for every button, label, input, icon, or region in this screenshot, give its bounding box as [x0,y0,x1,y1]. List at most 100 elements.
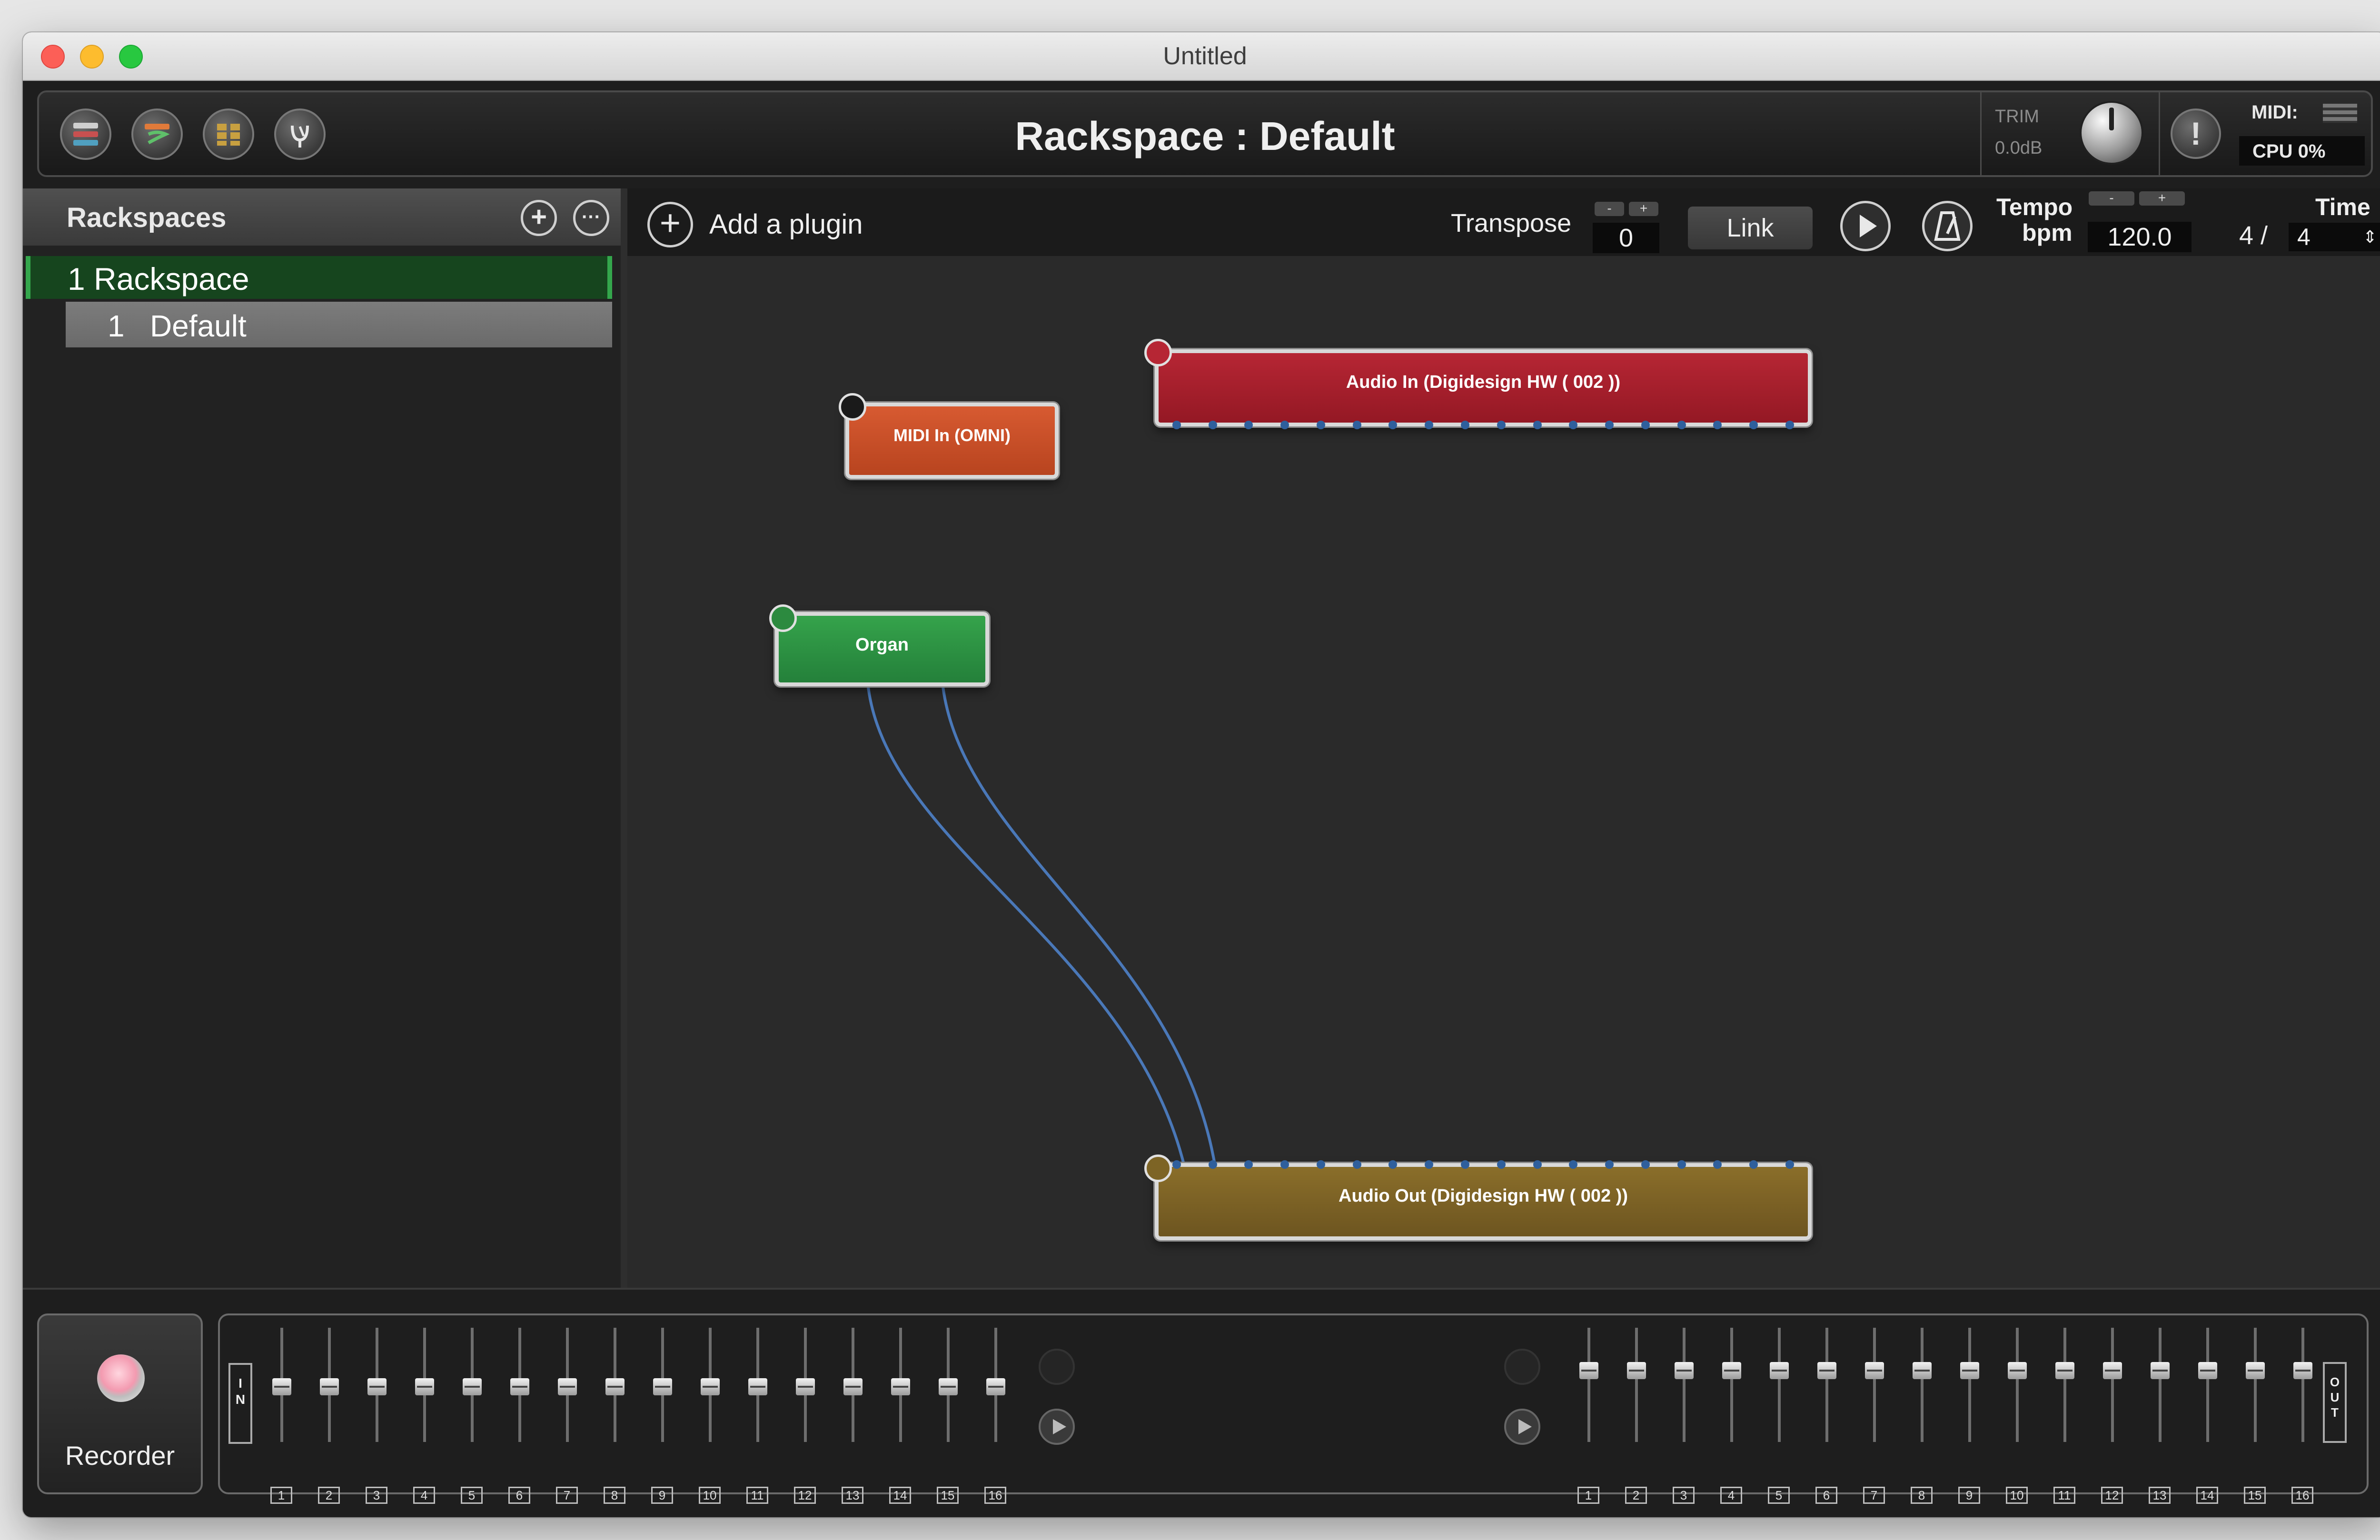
input-fader-handle[interactable] [653,1378,672,1395]
rackspace-item[interactable]: 1 Rackspace [26,256,612,299]
output-fader-handle[interactable] [1579,1362,1598,1379]
output-fader-handle[interactable] [2246,1362,2265,1379]
panic-button[interactable]: ! [2171,109,2221,159]
transpose-field[interactable]: 0 [1593,223,1659,253]
input-fader-handle[interactable] [415,1378,434,1395]
output-fader[interactable]: 13 [2149,1328,2172,1504]
input-fader[interactable]: 7 [556,1328,579,1504]
metronome-button[interactable] [1922,201,1973,251]
transpose-up-button[interactable]: + [1629,202,1658,216]
output-fader[interactable]: 2 [1625,1328,1648,1504]
input-fader-handle[interactable] [558,1378,577,1395]
tempo-up-button[interactable]: + [2139,191,2185,206]
tempo-label: Tempo [1996,194,2073,220]
output-fader[interactable]: 3 [1673,1328,1696,1504]
output-fader-handle[interactable] [2055,1362,2074,1379]
input-fader[interactable]: 10 [699,1328,722,1504]
input-fader[interactable]: 13 [842,1328,864,1504]
input-fader-handle[interactable] [796,1378,815,1395]
time-signature-denominator-select[interactable]: 4 [2289,223,2380,251]
input-fader-handle[interactable] [510,1378,529,1395]
transpose-down-button[interactable]: - [1595,202,1624,216]
output-fader[interactable]: 11 [2053,1328,2076,1504]
output-fader-handle[interactable] [1675,1362,1694,1379]
organ-label: Organ [855,635,909,655]
io-mixer: I N O U T 1 2 3 4 5 6 7 8 9 10 11 12 13 14 15 16 123456… [218,1313,2369,1504]
trim-knob[interactable] [2082,103,2142,163]
output-fader-handle[interactable] [1627,1362,1646,1379]
output-fader-handle[interactable] [1913,1362,1932,1379]
input-fader-handle[interactable] [701,1378,720,1395]
input-fader-handle[interactable] [463,1378,482,1395]
input-fader-handle[interactable] [939,1378,958,1395]
record-button[interactable] [97,1354,145,1402]
audio-in-label: Audio In (Digidesign HW ( 002 )) [1346,372,1621,392]
audio-out-node[interactable]: Audio Out (Digidesign HW ( 002 )) [1144,1155,1812,1240]
input-fader-handle[interactable] [748,1378,767,1395]
input-fader-handle[interactable] [843,1378,863,1395]
output-fader[interactable]: 7 [1863,1328,1886,1504]
output-fader-handle[interactable] [2293,1362,2312,1379]
input-fader[interactable]: 4 [413,1328,436,1504]
output-fader[interactable]: 12 [2101,1328,2124,1504]
midi-in-node[interactable]: MIDI In (OMNI) [839,393,1059,479]
rackspace-options-button[interactable]: ··· [573,200,609,236]
output-fader-handle[interactable] [1865,1362,1884,1379]
input-fader-handle[interactable] [320,1378,339,1395]
output-fader[interactable]: 1 [1577,1328,1600,1504]
output-fader-handle[interactable] [1722,1362,1741,1379]
output-fader[interactable]: 9 [1958,1328,1981,1504]
midi-in-icon [839,393,866,421]
tempo-down-button[interactable]: - [2089,191,2134,206]
input-fader[interactable]: 14 [889,1328,912,1504]
link-button[interactable]: Link [1688,207,1813,249]
wiring-canvas[interactable]: Audio In (Digidesign HW ( 002 )) MIDI In… [627,256,2380,1288]
input-fader-handle[interactable] [891,1378,910,1395]
audio-in-node[interactable]: Audio In (Digidesign HW ( 002 )) [1144,339,1812,429]
input-fader[interactable]: 15 [937,1328,960,1504]
input-fader[interactable]: 6 [508,1328,531,1504]
input-fader[interactable]: 11 [746,1328,769,1504]
output-fader-handle[interactable] [2151,1362,2170,1379]
output-channel-number: 5 [1768,1487,1790,1504]
add-plugin-button[interactable]: Add a plugin [709,208,863,240]
organ-node[interactable]: Organ [769,604,989,686]
output-fader[interactable]: 15 [2244,1328,2267,1504]
input-fader[interactable]: 8 [604,1328,626,1504]
add-rackspace-button[interactable]: + [521,200,557,236]
input-fader-handle[interactable] [986,1378,1005,1395]
output-play-button[interactable] [1504,1409,1540,1445]
input-fader[interactable]: 5 [461,1328,484,1504]
play-button[interactable] [1840,201,1891,251]
tempo-field[interactable]: 120.0 [2088,222,2192,252]
output-fader[interactable]: 16 [2291,1328,2314,1504]
input-fader[interactable]: 2 [318,1328,341,1504]
output-fader[interactable]: 6 [1815,1328,1838,1504]
wire-organ-to-audio-out-right[interactable] [941,682,1217,1170]
output-fader[interactable]: 8 [1911,1328,1934,1504]
input-fader[interactable]: 9 [651,1328,674,1504]
output-fader[interactable]: 5 [1768,1328,1791,1504]
input-fader[interactable]: 3 [366,1328,388,1504]
input-fader-handle[interactable] [367,1378,387,1395]
input-play-button[interactable] [1039,1409,1075,1445]
output-channel-number: 1 [1577,1487,1599,1504]
output-fader-handle[interactable] [1960,1362,1979,1379]
variation-item[interactable]: 1 Default [66,302,612,347]
input-fader[interactable]: 12 [794,1328,817,1504]
output-fader[interactable]: 4 [1720,1328,1743,1504]
output-fader-handle[interactable] [2198,1362,2217,1379]
output-fader-handle[interactable] [2103,1362,2122,1379]
input-fader-handle[interactable] [272,1378,291,1395]
output-fader-handle[interactable] [2008,1362,2027,1379]
input-fader[interactable]: 1 [270,1328,293,1504]
input-fader[interactable]: 16 [984,1328,1007,1504]
output-fader[interactable]: 14 [2196,1328,2219,1504]
input-fader-handle[interactable] [605,1378,625,1395]
add-plugin-icon[interactable]: + [647,202,693,247]
output-fader[interactable]: 10 [2006,1328,2029,1504]
output-fader-handle[interactable] [1770,1362,1789,1379]
recorder-label: Recorder [65,1441,175,1471]
wire-organ-to-audio-out-left[interactable] [866,682,1187,1170]
output-fader-handle[interactable] [1817,1362,1836,1379]
